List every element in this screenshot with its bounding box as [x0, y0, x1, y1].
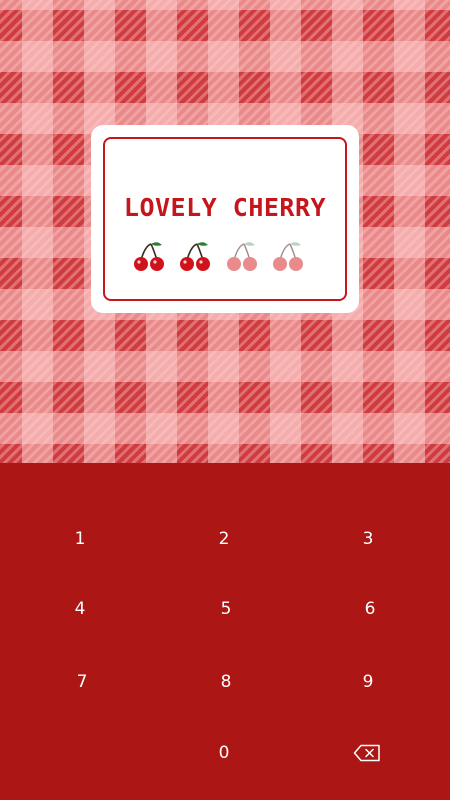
- backspace-icon: [353, 744, 380, 762]
- key-7[interactable]: 7: [37, 656, 127, 708]
- key-3[interactable]: 3: [323, 513, 413, 565]
- key-8[interactable]: 8: [181, 656, 271, 708]
- key-0[interactable]: 0: [179, 727, 269, 779]
- card-title: LOVELY CHERRY: [123, 193, 327, 222]
- cherry-outline-icon: [226, 242, 257, 271]
- key-5[interactable]: 5: [181, 583, 271, 635]
- number-keypad: 1 2 3 4 5 6 7 8 9 0: [0, 463, 450, 800]
- key-6[interactable]: 6: [325, 583, 415, 635]
- pin-indicators: [131, 238, 306, 278]
- key-1[interactable]: 1: [35, 513, 125, 565]
- cherry-outline-icon: [272, 242, 303, 271]
- backspace-button[interactable]: [322, 727, 412, 779]
- cherry-icon: [180, 242, 211, 271]
- key-4[interactable]: 4: [35, 583, 125, 635]
- pin-card: LOVELY CHERRY: [91, 125, 359, 313]
- cherry-icon: [134, 242, 164, 271]
- key-9[interactable]: 9: [323, 656, 413, 708]
- lock-screen: LOVELY CHERRY 1 2 3 4 5 6 7 8 9 0: [0, 0, 450, 800]
- key-2[interactable]: 2: [179, 513, 269, 565]
